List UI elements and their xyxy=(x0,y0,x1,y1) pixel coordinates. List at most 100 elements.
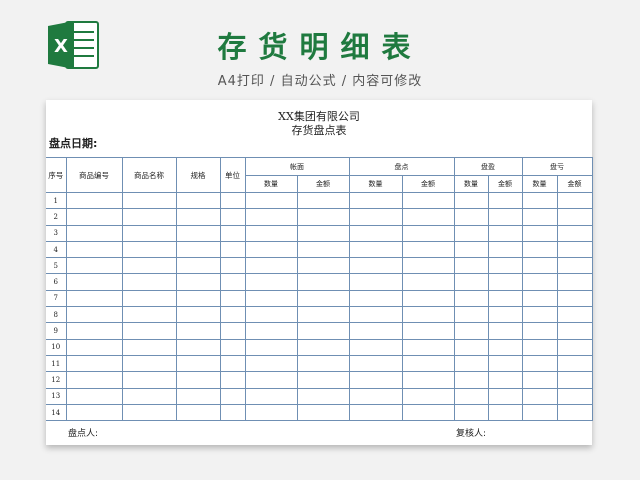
table-cell[interactable] xyxy=(121,289,177,308)
table-cell[interactable] xyxy=(296,354,350,373)
table-cell[interactable] xyxy=(65,306,123,324)
table-cell[interactable] xyxy=(65,289,123,308)
table-cell[interactable] xyxy=(453,273,489,291)
table-cell[interactable] xyxy=(401,273,455,291)
table-cell[interactable] xyxy=(121,338,177,356)
table-cell[interactable] xyxy=(296,289,350,308)
table-cell[interactable] xyxy=(556,208,593,226)
table-cell[interactable] xyxy=(219,208,246,226)
table-cell[interactable] xyxy=(453,224,489,242)
table-cell[interactable] xyxy=(175,306,221,324)
table-cell[interactable] xyxy=(121,191,177,210)
table-cell[interactable] xyxy=(175,191,221,210)
table-cell[interactable] xyxy=(487,371,523,389)
table-cell[interactable] xyxy=(65,208,123,226)
table-cell[interactable] xyxy=(556,387,593,405)
table-cell[interactable] xyxy=(65,338,123,356)
table-cell[interactable] xyxy=(121,240,177,259)
table-cell[interactable] xyxy=(244,240,298,259)
table-cell[interactable] xyxy=(521,273,558,291)
table-cell[interactable] xyxy=(244,257,298,275)
table-cell[interactable] xyxy=(487,289,523,308)
table-cell[interactable] xyxy=(401,257,455,275)
table-cell[interactable] xyxy=(296,387,350,405)
table-cell[interactable] xyxy=(348,273,403,291)
table-cell[interactable] xyxy=(521,257,558,275)
table-cell[interactable] xyxy=(219,306,246,324)
table-cell[interactable] xyxy=(121,387,177,405)
table-cell[interactable] xyxy=(175,273,221,291)
table-cell[interactable] xyxy=(244,208,298,226)
table-cell[interactable] xyxy=(521,338,558,356)
table-cell[interactable] xyxy=(175,403,221,422)
table-cell[interactable] xyxy=(219,338,246,356)
table-cell[interactable] xyxy=(175,387,221,405)
table-cell[interactable] xyxy=(487,240,523,259)
table-cell[interactable] xyxy=(219,403,246,422)
table-cell[interactable] xyxy=(219,224,246,242)
table-cell[interactable] xyxy=(556,322,593,340)
table-cell[interactable] xyxy=(175,208,221,226)
table-cell[interactable] xyxy=(521,403,558,422)
table-cell[interactable] xyxy=(556,191,593,210)
table-cell[interactable] xyxy=(296,240,350,259)
table-cell[interactable] xyxy=(244,306,298,324)
table-cell[interactable] xyxy=(65,371,123,389)
table-cell[interactable] xyxy=(244,322,298,340)
table-cell[interactable] xyxy=(348,208,403,226)
table-cell[interactable] xyxy=(521,191,558,210)
table-cell[interactable] xyxy=(175,371,221,389)
table-cell[interactable] xyxy=(487,208,523,226)
table-cell[interactable] xyxy=(487,322,523,340)
table-cell[interactable] xyxy=(521,322,558,340)
table-cell[interactable] xyxy=(556,289,593,308)
table-cell[interactable] xyxy=(401,306,455,324)
table-cell[interactable] xyxy=(487,273,523,291)
table-cell[interactable] xyxy=(296,257,350,275)
table-cell[interactable] xyxy=(296,306,350,324)
table-cell[interactable] xyxy=(453,338,489,356)
table-cell[interactable] xyxy=(453,208,489,226)
table-cell[interactable] xyxy=(556,403,593,422)
table-cell[interactable] xyxy=(65,240,123,259)
table-cell[interactable] xyxy=(521,354,558,373)
table-cell[interactable] xyxy=(219,273,246,291)
table-cell[interactable] xyxy=(219,240,246,259)
table-cell[interactable] xyxy=(65,191,123,210)
table-cell[interactable] xyxy=(521,208,558,226)
table-cell[interactable] xyxy=(219,322,246,340)
table-cell[interactable] xyxy=(487,338,523,356)
table-cell[interactable] xyxy=(453,322,489,340)
table-cell[interactable] xyxy=(453,289,489,308)
table-cell[interactable] xyxy=(556,240,593,259)
table-cell[interactable] xyxy=(175,289,221,308)
table-cell[interactable] xyxy=(556,354,593,373)
table-cell[interactable] xyxy=(121,403,177,422)
table-cell[interactable] xyxy=(453,306,489,324)
table-cell[interactable] xyxy=(556,306,593,324)
table-cell[interactable] xyxy=(348,240,403,259)
table-cell[interactable] xyxy=(348,322,403,340)
table-cell[interactable] xyxy=(65,224,123,242)
table-cell[interactable] xyxy=(175,240,221,259)
table-cell[interactable] xyxy=(121,208,177,226)
table-cell[interactable] xyxy=(219,354,246,373)
table-cell[interactable] xyxy=(244,403,298,422)
table-cell[interactable] xyxy=(121,273,177,291)
table-cell[interactable] xyxy=(244,273,298,291)
table-cell[interactable] xyxy=(453,387,489,405)
table-cell[interactable] xyxy=(521,306,558,324)
table-cell[interactable] xyxy=(296,403,350,422)
table-cell[interactable] xyxy=(121,354,177,373)
table-cell[interactable] xyxy=(401,240,455,259)
table-cell[interactable] xyxy=(244,289,298,308)
table-cell[interactable] xyxy=(219,289,246,308)
table-cell[interactable] xyxy=(244,371,298,389)
table-cell[interactable] xyxy=(348,403,403,422)
table-cell[interactable] xyxy=(65,273,123,291)
table-cell[interactable] xyxy=(175,338,221,356)
table-cell[interactable] xyxy=(244,191,298,210)
table-cell[interactable] xyxy=(487,191,523,210)
table-cell[interactable] xyxy=(453,240,489,259)
table-cell[interactable] xyxy=(244,387,298,405)
